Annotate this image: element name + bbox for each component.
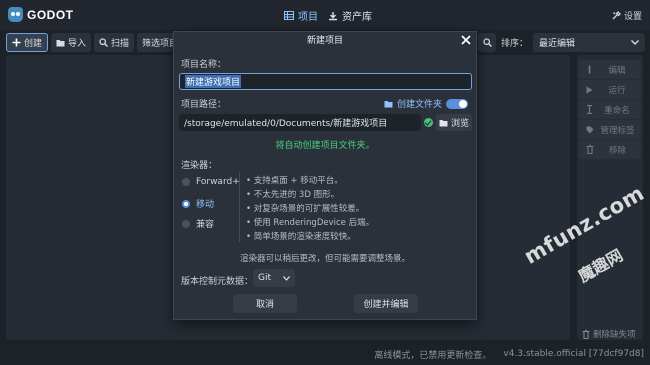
create-button[interactable]: 创建 (6, 33, 49, 52)
project-path-label: 项目路径： (181, 100, 227, 110)
vcs-select[interactable]: Git (253, 269, 295, 287)
search-button[interactable] (478, 33, 496, 52)
create-label: 创建 (24, 39, 43, 49)
import-label: 导入 (68, 39, 87, 49)
vcs-value: Git (258, 273, 272, 283)
project-path-input[interactable]: /storage/emulated/0/Documents/新建游戏项目 (179, 114, 421, 131)
path-valid-icon (424, 118, 433, 127)
tools-icon (612, 11, 621, 20)
project-name-label: 项目名称： (181, 60, 227, 70)
create-folder-toggle[interactable]: 创建文件夹 (384, 97, 469, 110)
tab-assetlib[interactable]: 资产库 (328, 8, 372, 23)
main-tabs: 项目 资产库 (284, 8, 372, 23)
auto-folder-notice: 将自动创建项目文件夹。 (275, 141, 375, 151)
renderer-hint: 渲染器可以稍后更改，但可能需要调整场景。 (239, 254, 410, 264)
create-and-edit-label: 创建并编辑 (363, 300, 409, 310)
run-button[interactable]: 运行 (579, 80, 641, 99)
chevron-down-icon (283, 275, 290, 281)
scan-button[interactable]: 扫描 (94, 33, 135, 52)
play-icon (586, 86, 593, 93)
renderer-feature: • 对复杂场景的可扩展性较差。 (246, 204, 365, 214)
browse-button[interactable]: 浏览 (436, 114, 472, 131)
renderer-option-mobile[interactable]: 移动 (182, 197, 214, 210)
sort-bar: 排序： 最近编辑 (478, 33, 646, 52)
remove-button[interactable]: 移除 (579, 140, 641, 159)
text-cursor-icon (587, 105, 592, 114)
search-icon (99, 38, 109, 47)
divider (239, 172, 240, 242)
plus-icon (12, 38, 21, 47)
logo-text: GODOT (27, 7, 74, 22)
folder-icon (384, 100, 393, 107)
manage-tags-button[interactable]: 管理标签 (579, 120, 641, 139)
cancel-label: 取消 (255, 300, 274, 310)
project-path-value: /storage/emulated/0/Documents/新建游戏项目 (184, 119, 388, 129)
sort-value: 最近编辑 (539, 39, 576, 49)
version-label[interactable]: v4.3.stable.official [77dcf97d8] (503, 349, 644, 359)
project-name-value: 新建游戏项目 (185, 75, 242, 88)
import-button[interactable]: 导入 (51, 33, 92, 52)
new-project-dialog: 新建项目 项目名称： 新建游戏项目 项目路径： 创建文件夹 /storage/e… (173, 31, 477, 320)
sort-label: 排序： (501, 39, 529, 49)
pencil-icon (588, 65, 591, 74)
renderer-forward-label: Forward+ (196, 177, 240, 187)
tab-projects[interactable]: 项目 (284, 8, 318, 23)
renderer-feature: • 使用 RenderingDevice 后端。 (246, 218, 375, 228)
create-and-edit-button[interactable]: 创建并编辑 (354, 294, 418, 313)
remove-missing-label: 删除缺失项 (593, 330, 636, 340)
list-icon (284, 11, 294, 20)
renderer-mobile-label: 移动 (196, 200, 215, 210)
project-name-input[interactable]: 新建游戏项目 (179, 73, 472, 90)
offline-status: 离线模式，已禁用更新检查。 (374, 350, 492, 361)
edit-label: 编辑 (608, 65, 626, 76)
folder-icon (439, 119, 448, 126)
renderer-compat-label: 兼容 (196, 220, 215, 230)
create-folder-switch[interactable] (446, 98, 469, 109)
edit-button[interactable]: 编辑 (579, 60, 641, 79)
renderer-option-compat[interactable]: 兼容 (182, 217, 214, 230)
search-icon (482, 38, 492, 47)
renderer-feature: • 不太先进的 3D 图形。 (246, 190, 340, 200)
rename-label: 重命名 (604, 105, 630, 116)
cancel-button[interactable]: 取消 (233, 294, 297, 313)
remove-label: 移除 (608, 145, 626, 156)
trash-icon (582, 329, 590, 339)
status-bar: 离线模式，已禁用更新检查。 v4.3.stable.official [77dc… (0, 343, 650, 365)
renderer-feature: • 简单场景的渲染速度较快。 (246, 232, 356, 242)
radio-icon (182, 178, 190, 186)
trash-icon (586, 145, 594, 154)
sort-select[interactable]: 最近编辑 (533, 33, 646, 52)
rename-button[interactable]: 重命名 (579, 100, 641, 119)
scan-label: 扫描 (111, 39, 130, 49)
manage-tags-label: 管理标签 (600, 125, 635, 136)
tab-assetlib-label: 资产库 (342, 12, 372, 23)
download-icon (329, 11, 337, 20)
renderer-feature: • 支持桌面 + 移动平台。 (246, 176, 343, 186)
folder-icon (56, 39, 65, 46)
settings-label: 设置 (623, 12, 642, 22)
remove-missing-button[interactable]: 删除缺失项 (582, 328, 636, 340)
godot-icon (8, 7, 23, 22)
browse-label: 浏览 (450, 119, 469, 129)
close-icon[interactable] (460, 34, 472, 46)
create-folder-label: 创建文件夹 (397, 100, 443, 110)
godot-logo: GODOT (8, 7, 74, 22)
project-toolbar: 创建 导入 扫描 筛选项目 (6, 33, 184, 52)
renderer-option-forward[interactable]: Forward+ (182, 177, 240, 187)
chevron-down-icon (631, 40, 639, 45)
run-label: 运行 (608, 85, 626, 96)
top-bar: GODOT 项目 资产库 设置 (0, 0, 650, 30)
dialog-title: 新建项目 (306, 36, 343, 46)
settings-button[interactable]: 设置 (612, 9, 642, 22)
radio-icon (182, 219, 190, 228)
radio-selected-icon (182, 199, 190, 208)
renderer-label: 渲染器： (181, 161, 218, 171)
vcs-label: 版本控制元数据： (181, 277, 254, 287)
tab-projects-label: 项目 (298, 12, 318, 23)
tag-icon (586, 126, 594, 133)
